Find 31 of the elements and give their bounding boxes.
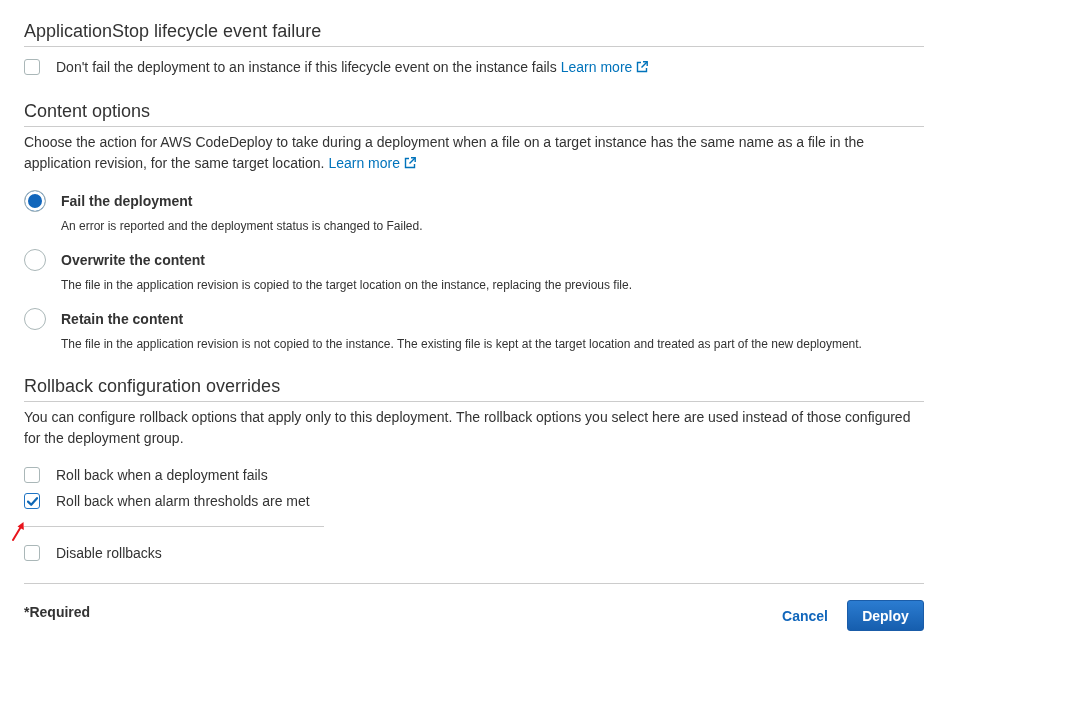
option-label: Fail the deployment [61,192,194,211]
section-heading: Content options [24,100,924,127]
deploy-button[interactable]: Deploy [847,600,924,631]
option-label: Retain the content [61,310,185,329]
learn-more-link[interactable]: Learn more [328,155,416,171]
arrow-icon [11,521,25,541]
cancel-button[interactable]: Cancel [772,601,838,630]
checkbox[interactable] [24,467,40,483]
learn-more-link[interactable]: Learn more [560,59,649,75]
radio-button[interactable] [24,190,46,212]
description-text: You can configure rollback options that apply only to this deployment. The rollback options you select here are used instead of those configured for the deployment group. [24,408,912,448]
checkbox-label: Roll back when a deployment fails [56,466,268,485]
checkbox[interactable] [24,59,40,75]
section-heading: ApplicationStop lifecycle event failure [24,20,924,47]
checkbox[interactable] [24,493,40,509]
checkbox-label: Don't fail the deployment to an instance if this lifecycle event on the instance fails Learn more [56,57,649,77]
checkmark-icon [26,496,38,506]
option-description: An error is reported and the deployment status is changed to Failed. [61,218,423,234]
external-link-icon [636,61,649,73]
checkbox-label: Disable rollbacks [56,544,162,563]
option-description: The file in the application revision is copied to the target location on the instance, replacing the previous file. [61,277,632,293]
radio-button[interactable] [24,249,46,271]
required-note: *Required [24,603,91,622]
radio-button[interactable] [24,308,46,330]
option-description: The file in the application revision is not copied to the instance. The existing file is kept at the target location and treated as part of the new deployment. [61,336,862,352]
description-text: Choose the action for AWS CodeDeploy to take during a deployment when a file on a target instance has the same name as a file in the application revision, for the same target location. Learn more [24,133,865,173]
checkbox[interactable] [24,545,40,561]
option-label: Overwrite the content [61,251,206,270]
checkbox-label: Roll back when alarm thresholds are met [56,492,310,511]
section-heading: Rollback configuration overrides [24,375,924,402]
external-link-icon [404,157,416,169]
